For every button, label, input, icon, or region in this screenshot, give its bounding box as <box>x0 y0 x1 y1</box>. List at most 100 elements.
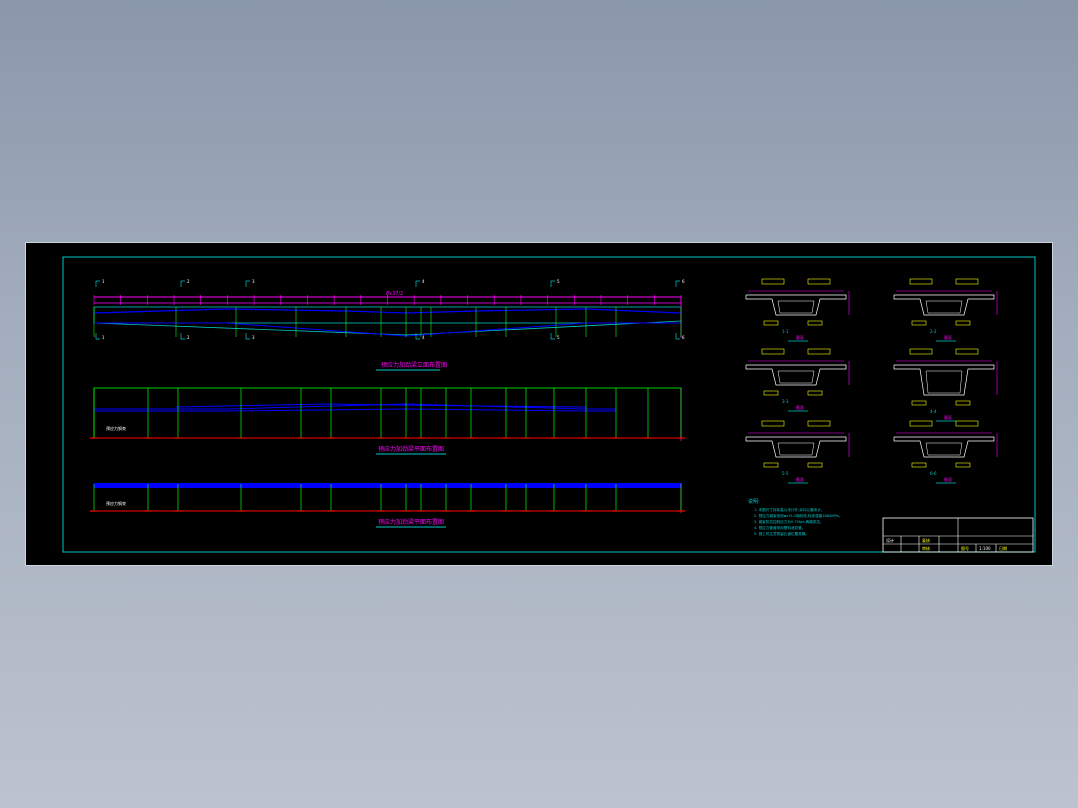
cross-section: 3-3 截面 <box>745 348 850 412</box>
span-dimension: 8x37/2 <box>386 291 403 297</box>
scale-value: 1:100 <box>979 546 991 551</box>
plan-view-top: 预应力钢束 预应力加劲梁平面布置图 <box>90 387 685 455</box>
plan-bottom-note: 预应力钢束 <box>106 500 126 506</box>
section-mark-label: 5 <box>557 335 560 340</box>
notes-line: 4. 预应力管道采用塑料波纹管。 <box>754 525 805 530</box>
box-girder-cell <box>925 370 963 394</box>
section-cut-mark <box>415 333 420 340</box>
cross-section: 6-6 截面 <box>893 420 998 484</box>
section-tag <box>909 278 933 285</box>
section-tag <box>911 400 927 406</box>
section-tag <box>761 348 785 355</box>
section-tag <box>763 320 779 326</box>
section-tag <box>955 420 979 427</box>
section-caption: 截面 <box>944 414 952 420</box>
plan-top-note: 预应力钢束 <box>106 425 126 431</box>
box-girder-outline <box>893 436 995 458</box>
section-mark-label: 2 <box>187 335 190 340</box>
section-cut-mark <box>180 280 185 287</box>
section-tag <box>909 420 933 427</box>
section-caption: 截面 <box>796 476 804 482</box>
cross-section: 2-2 截面 <box>893 278 998 342</box>
section-tag <box>763 390 779 396</box>
section-tag <box>911 320 927 326</box>
cross-section: 1-1 截面 <box>745 278 850 342</box>
elevation-title: 预应力加劲梁立面布置图 <box>381 361 447 369</box>
section-label: 1-1 <box>782 329 789 334</box>
box-girder-cell <box>777 300 815 314</box>
checker-label: 复核 <box>922 537 930 543</box>
section-cut-mark <box>415 280 420 287</box>
section-caption: 截面 <box>944 476 952 482</box>
section-mark-label: 6 <box>682 279 685 284</box>
section-tag <box>761 420 785 427</box>
section-mark-label: 6 <box>682 335 685 340</box>
section-tag <box>955 320 971 326</box>
section-label: 4-4 <box>930 409 937 414</box>
section-cut-mark <box>180 333 185 340</box>
section-mark-label: 4 <box>422 279 425 284</box>
plan-bottom-verticals <box>90 484 685 512</box>
section-caption: 截面 <box>944 334 952 340</box>
drawing-frame <box>62 256 1036 553</box>
section-cut-mark <box>95 280 100 287</box>
designer-label: 设计 <box>886 537 894 543</box>
box-girder-outline <box>745 364 847 386</box>
section-mark-label: 3 <box>252 279 255 284</box>
section-label: 6-6 <box>930 471 937 476</box>
elevation-verticals <box>93 307 682 337</box>
drawing-number-label: 图号 <box>961 545 969 551</box>
box-girder-outline <box>745 436 847 458</box>
box-girder-outline <box>893 364 995 396</box>
box-girder-cell <box>925 300 963 314</box>
section-marks-top: 1 2 3 4 5 6 <box>95 279 685 287</box>
section-mark-label: 1 <box>102 335 105 340</box>
section-tag <box>763 462 779 468</box>
section-label: 3-3 <box>782 399 789 404</box>
elevation-view: 1 2 3 4 5 6 1 2 3 4 5 6 8x37/2 预应力加劲梁立面布置图 <box>93 279 685 371</box>
section-caption: 截面 <box>796 334 804 340</box>
section-tag <box>955 348 979 355</box>
section-tag <box>955 278 979 285</box>
section-mark-label: 1 <box>102 279 105 284</box>
plan-top-title: 预应力加劲梁平面布置图 <box>378 445 444 453</box>
section-cut-mark <box>95 333 100 340</box>
section-label: 5-5 <box>782 471 789 476</box>
section-label: 2-2 <box>930 329 937 334</box>
section-tag <box>909 348 933 355</box>
notes-line: 5. 施工时注意预留孔道位置准确。 <box>754 531 809 536</box>
title-block: 设计 复核 审核 图号 1:100 日期 <box>882 517 1034 553</box>
notes-block: 说明: 1. 本图尺寸除标高以米计外,余均以厘米计。 2. 预应力钢束采用φs1… <box>748 498 842 536</box>
cross-section: 4-4 截面 <box>893 348 998 422</box>
box-girder-outline <box>893 294 995 316</box>
cad-drawing: 1 2 3 4 5 6 1 2 3 4 5 6 8x37/2 预应力加劲梁立面布置图 预应力钢束 预… <box>62 256 1036 553</box>
section-tag <box>807 348 831 355</box>
notes-line: 2. 预应力钢束采用φs15.2钢绞线,标准强度1860MPa。 <box>754 513 842 518</box>
section-tag <box>807 390 823 396</box>
section-mark-label: 3 <box>252 335 255 340</box>
box-girder-cell <box>777 370 815 384</box>
notes-line: 1. 本图尺寸除标高以米计外,余均以厘米计。 <box>754 507 824 512</box>
cross-sections: 1-1 截面 2-2 截面 3-3 截面 4-4 截面 5-5 截面 6-6 截面 <box>745 278 998 484</box>
section-cut-mark <box>245 333 250 340</box>
section-tag <box>955 400 971 406</box>
date-label: 日期 <box>999 545 1007 551</box>
section-tag <box>761 278 785 285</box>
section-cut-mark <box>245 280 250 287</box>
section-tag <box>807 320 823 326</box>
box-girder-cell <box>925 442 963 456</box>
notes-line: 3. 钢束张拉控制应力为0.75fpk,两端张拉。 <box>754 519 824 524</box>
plan-bottom-title: 预应力加劲梁平面布置图 <box>378 518 444 526</box>
section-cut-mark <box>675 280 680 287</box>
section-tag <box>955 462 971 468</box>
section-cut-mark <box>675 333 680 340</box>
section-tag <box>807 420 831 427</box>
notes-heading: 说明: <box>748 498 760 505</box>
reviewer-label: 审核 <box>922 545 930 551</box>
cross-section: 5-5 截面 <box>745 420 850 484</box>
section-cut-mark <box>550 333 555 340</box>
section-tag <box>807 278 831 285</box>
section-cut-mark <box>550 280 555 287</box>
drawing-sheet: 1 2 3 4 5 6 1 2 3 4 5 6 8x37/2 预应力加劲梁立面布置图 预应力钢束 预… <box>25 242 1053 566</box>
section-caption: 截面 <box>796 404 804 410</box>
